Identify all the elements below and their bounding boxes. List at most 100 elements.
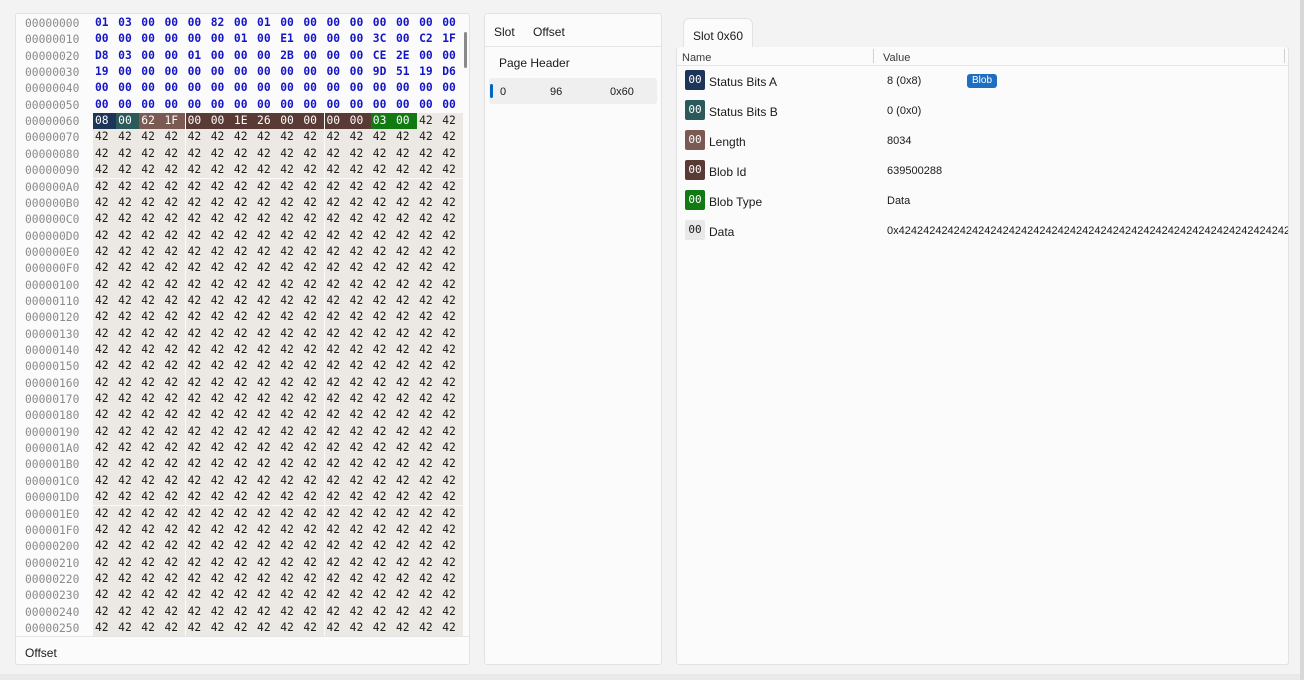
hex-byte[interactable]: 42 bbox=[116, 374, 140, 392]
hex-byte[interactable]: 42 bbox=[440, 162, 464, 179]
hex-byte[interactable]: 42 bbox=[255, 292, 279, 310]
hex-byte[interactable]: 42 bbox=[139, 456, 163, 473]
hex-byte[interactable]: 42 bbox=[301, 619, 325, 636]
hex-byte[interactable]: 42 bbox=[185, 570, 209, 588]
hex-byte[interactable]: 42 bbox=[417, 554, 441, 571]
hex-byte[interactable]: 42 bbox=[278, 619, 302, 636]
hex-byte[interactable]: 42 bbox=[370, 145, 394, 163]
hex-byte[interactable]: 42 bbox=[208, 440, 232, 457]
hex-byte[interactable]: 42 bbox=[370, 276, 394, 293]
hex-byte[interactable]: 42 bbox=[440, 227, 464, 244]
hex-byte[interactable]: 42 bbox=[440, 472, 464, 490]
hex-byte[interactable]: 42 bbox=[139, 162, 163, 179]
hex-byte[interactable]: 42 bbox=[393, 145, 417, 163]
hex-byte[interactable]: 42 bbox=[185, 358, 209, 375]
hex-byte[interactable]: 00 bbox=[232, 97, 255, 113]
hex-byte[interactable]: 42 bbox=[347, 292, 371, 310]
hex-byte[interactable]: 42 bbox=[440, 243, 464, 261]
hex-byte[interactable]: 42 bbox=[185, 243, 209, 261]
hex-byte[interactable]: 42 bbox=[347, 374, 371, 392]
hex-byte[interactable]: 42 bbox=[324, 619, 348, 636]
hex-byte[interactable]: 42 bbox=[370, 456, 394, 473]
hex-byte[interactable]: 42 bbox=[347, 505, 371, 522]
hex-byte[interactable]: 00 bbox=[301, 15, 324, 31]
hex-byte[interactable]: 42 bbox=[255, 489, 279, 506]
hex-byte[interactable]: 42 bbox=[139, 505, 163, 522]
hex-byte[interactable]: 42 bbox=[231, 276, 255, 293]
hex-byte[interactable]: 42 bbox=[185, 162, 209, 179]
hex-byte[interactable]: 42 bbox=[301, 309, 325, 326]
hex-byte[interactable]: 42 bbox=[440, 619, 464, 636]
hex-byte[interactable]: 42 bbox=[208, 194, 232, 212]
hex-byte[interactable]: 00 bbox=[371, 15, 394, 31]
hex-byte[interactable]: 42 bbox=[393, 374, 417, 392]
hex-byte[interactable]: 00 bbox=[139, 80, 162, 96]
hex-byte[interactable]: 42 bbox=[278, 342, 302, 359]
hex-byte[interactable]: 42 bbox=[93, 570, 116, 588]
hex-byte[interactable]: 42 bbox=[162, 342, 186, 359]
hex-byte[interactable]: 42 bbox=[208, 505, 232, 522]
hex-byte[interactable]: 42 bbox=[393, 505, 417, 522]
hex-byte[interactable]: 42 bbox=[185, 145, 209, 163]
hex-byte[interactable]: 42 bbox=[139, 374, 163, 392]
hex-byte[interactable]: 42 bbox=[278, 587, 302, 604]
hex-byte[interactable]: 42 bbox=[278, 358, 302, 375]
hex-byte[interactable]: 42 bbox=[440, 538, 464, 555]
hex-byte[interactable]: 42 bbox=[324, 194, 348, 212]
column-separator[interactable] bbox=[1284, 49, 1285, 63]
hex-byte[interactable]: 00 bbox=[325, 31, 348, 47]
page-header-item[interactable]: Page Header bbox=[499, 56, 570, 70]
hex-byte[interactable]: 42 bbox=[370, 194, 394, 212]
hex-byte[interactable]: 42 bbox=[231, 456, 255, 473]
hex-byte[interactable]: 42 bbox=[162, 472, 186, 490]
hex-byte[interactable]: 42 bbox=[231, 194, 255, 212]
hex-byte[interactable]: 00 bbox=[255, 31, 278, 47]
hex-byte[interactable]: 42 bbox=[301, 472, 325, 490]
hex-byte[interactable]: 42 bbox=[440, 113, 464, 130]
hex-byte[interactable]: 42 bbox=[116, 260, 140, 277]
hex-byte[interactable]: 42 bbox=[208, 211, 232, 228]
hex-byte[interactable]: 00 bbox=[232, 15, 255, 31]
hex-byte[interactable]: 42 bbox=[324, 554, 348, 571]
hex-byte[interactable]: 42 bbox=[208, 227, 232, 244]
hex-byte[interactable]: 00 bbox=[116, 64, 139, 80]
hex-byte[interactable]: 42 bbox=[324, 423, 348, 441]
hex-byte[interactable]: 00 bbox=[347, 113, 371, 130]
hex-byte[interactable]: 42 bbox=[278, 489, 302, 506]
hex-byte[interactable]: 42 bbox=[393, 162, 417, 179]
hex-byte[interactable]: 00 bbox=[393, 113, 417, 130]
hex-byte[interactable]: 42 bbox=[255, 342, 279, 359]
hex-byte[interactable]: 42 bbox=[324, 276, 348, 293]
hex-byte[interactable]: 42 bbox=[93, 325, 116, 342]
hex-byte[interactable]: 42 bbox=[417, 129, 441, 146]
hex-byte[interactable]: 42 bbox=[347, 603, 371, 620]
hex-byte[interactable]: 42 bbox=[255, 440, 279, 457]
hex-byte[interactable]: 42 bbox=[185, 342, 209, 359]
hex-byte[interactable]: E1 bbox=[278, 31, 301, 47]
hex-byte[interactable]: 42 bbox=[116, 194, 140, 212]
hex-byte[interactable]: 42 bbox=[440, 521, 464, 539]
hex-byte[interactable]: 42 bbox=[370, 423, 394, 441]
hex-byte[interactable]: 42 bbox=[139, 423, 163, 441]
hex-byte[interactable]: 42 bbox=[347, 178, 371, 195]
hex-byte[interactable]: 42 bbox=[231, 619, 255, 636]
hex-byte[interactable]: 42 bbox=[301, 423, 325, 441]
hex-byte[interactable]: 1F bbox=[440, 31, 463, 47]
hex-byte[interactable]: 42 bbox=[185, 374, 209, 392]
hex-byte[interactable]: 00 bbox=[139, 48, 162, 64]
hex-byte[interactable]: 42 bbox=[370, 309, 394, 326]
hex-byte[interactable]: 00 bbox=[139, 64, 162, 80]
hex-byte[interactable]: 42 bbox=[139, 521, 163, 539]
hex-byte[interactable]: 42 bbox=[278, 227, 302, 244]
hex-byte[interactable]: 42 bbox=[417, 374, 441, 392]
hex-byte[interactable]: 42 bbox=[162, 587, 186, 604]
hex-byte[interactable]: 1F bbox=[162, 113, 186, 130]
hex-byte[interactable]: 42 bbox=[301, 325, 325, 342]
hex-byte[interactable]: 42 bbox=[255, 260, 279, 277]
hex-byte[interactable]: 42 bbox=[116, 407, 140, 424]
field-row[interactable]: 00 Status Bits B 0 (0x0) bbox=[677, 96, 1288, 126]
hex-byte[interactable]: 42 bbox=[116, 619, 140, 636]
hex-byte[interactable]: 42 bbox=[278, 554, 302, 571]
slot-column-header[interactable]: Slot bbox=[494, 25, 515, 39]
hex-byte[interactable]: 42 bbox=[93, 538, 116, 555]
